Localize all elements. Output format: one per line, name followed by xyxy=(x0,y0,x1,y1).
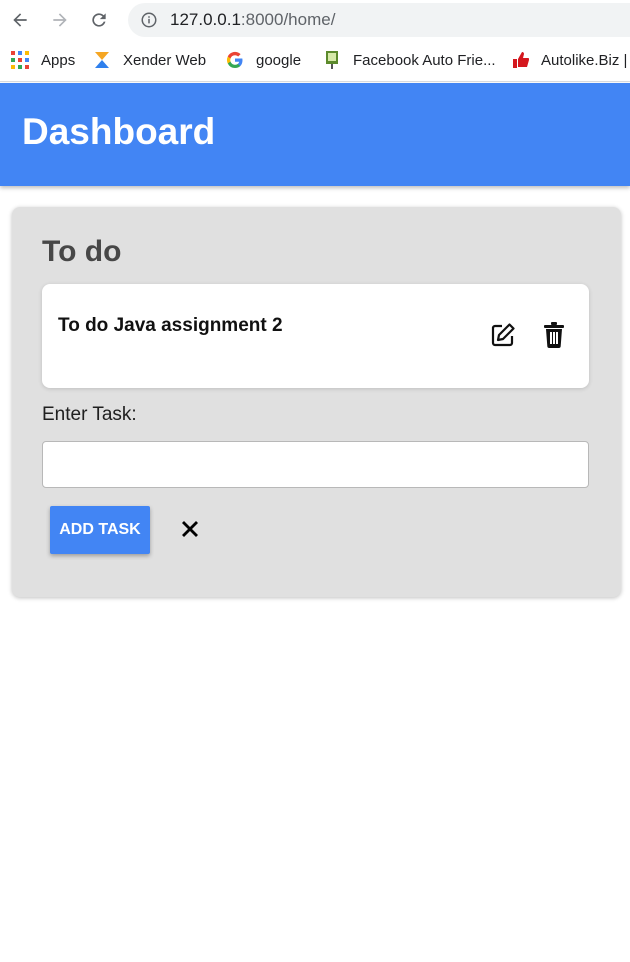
forward-arrow-icon xyxy=(53,13,67,27)
bookmark-facebook-auto[interactable]: Facebook Auto Frie... xyxy=(323,40,496,80)
facebook-auto-icon xyxy=(326,51,338,69)
bookmark-label: Xender Web xyxy=(123,51,207,69)
bookmark-label: Facebook Auto Frie... xyxy=(353,51,496,69)
task-item: To do Java assignment 2 xyxy=(42,284,589,388)
site-info-icon[interactable] xyxy=(140,11,158,29)
url-text: 127.0.0.1:8000/home/ xyxy=(170,3,335,37)
url-host: 127.0.0.1 xyxy=(170,10,241,29)
bookmark-xender[interactable]: Xender Web xyxy=(93,40,206,80)
bookmark-google[interactable]: google xyxy=(226,40,301,80)
task-input-label: Enter Task: xyxy=(42,404,137,425)
trash-icon[interactable] xyxy=(543,322,565,348)
todo-card: To do To do Java assignment 2 Enter Task… xyxy=(12,207,621,597)
bookmark-apps[interactable]: Apps xyxy=(11,40,75,80)
edit-icon[interactable] xyxy=(490,322,516,348)
back-button[interactable] xyxy=(6,6,34,34)
autolike-icon xyxy=(513,52,529,68)
back-arrow-icon xyxy=(13,13,27,27)
forward-button[interactable] xyxy=(46,6,74,34)
apps-grid-icon xyxy=(11,51,29,69)
task-input[interactable] xyxy=(42,441,589,488)
bookmark-autolike[interactable]: Autolike.Biz | xyxy=(511,40,627,80)
bookmark-label: google xyxy=(256,51,302,69)
address-bar[interactable]: 127.0.0.1:8000/home/ xyxy=(128,3,630,37)
xender-icon xyxy=(95,52,109,68)
bookmark-label: Apps xyxy=(41,51,76,69)
add-task-button[interactable]: ADD TASK xyxy=(50,506,150,554)
close-icon[interactable] xyxy=(178,517,202,541)
app-header: Dashboard xyxy=(0,83,630,186)
reload-icon xyxy=(92,13,106,27)
reload-button[interactable] xyxy=(85,6,113,34)
bookmarks-bar: Apps Xender Web google Facebook Auto Fri… xyxy=(0,40,630,82)
url-path: :8000/home/ xyxy=(240,10,336,29)
task-text: To do Java assignment 2 xyxy=(58,315,283,336)
page-title: Dashboard xyxy=(22,111,216,152)
bookmark-label: Autolike.Biz | xyxy=(541,51,628,69)
todo-title: To do xyxy=(42,235,122,268)
google-icon xyxy=(226,51,243,68)
browser-toolbar: 127.0.0.1:8000/home/ xyxy=(0,0,630,40)
